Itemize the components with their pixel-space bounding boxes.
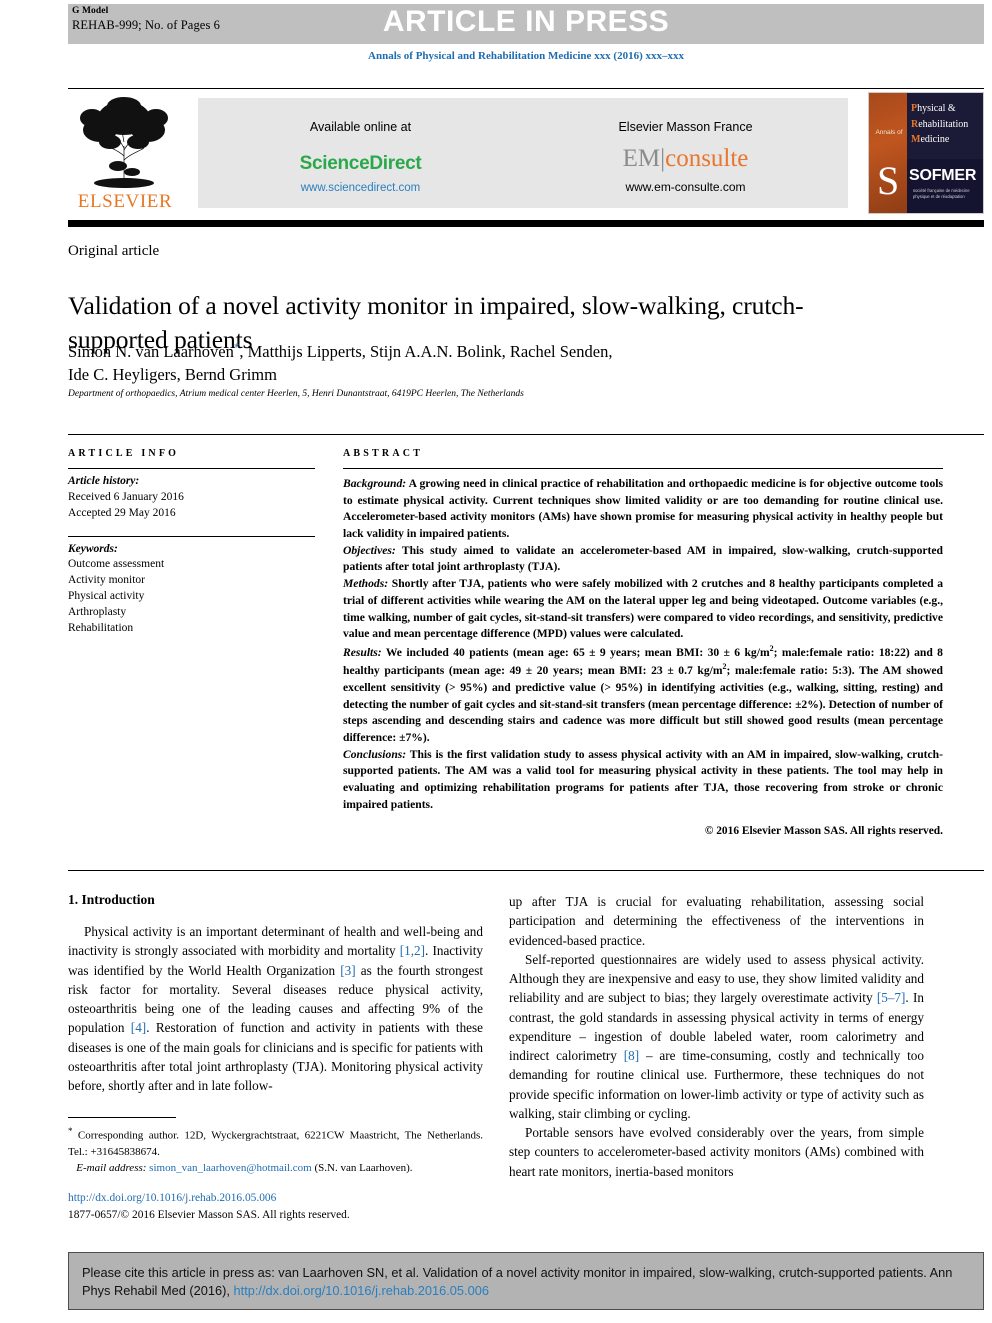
keyword-item: Activity monitor bbox=[68, 574, 145, 587]
keyword-item: Rehabilitation bbox=[68, 621, 134, 634]
sofmer-s-swirl-icon: S bbox=[877, 158, 900, 203]
sofmer-title-rest-1: hysical & bbox=[917, 103, 956, 114]
emconsulte-logo-text: EM|consulte bbox=[523, 146, 848, 171]
sofmer-wordmark: SOFMER bbox=[909, 167, 977, 184]
abstract-background: Background: A growing need in clinical p… bbox=[343, 476, 943, 543]
abstract-section-top-rule bbox=[68, 434, 984, 435]
abstract-heading: ABSTRACT bbox=[343, 448, 424, 459]
issn-copyright: 1877-0657/© 2016 Elsevier Masson SAS. Al… bbox=[68, 1209, 350, 1222]
intro-paragraph-2: up after TJA is crucial for evaluating r… bbox=[509, 894, 924, 948]
authors-rest-line1: , Matthijs Lipperts, Stijn A.A.N. Bolink… bbox=[239, 342, 613, 361]
citation-ref-5-7[interactable]: [5–7] bbox=[877, 990, 906, 1005]
article-accepted-date: Accepted 29 May 2016 bbox=[68, 506, 176, 519]
cite-text-body: Please cite this article in press as: va… bbox=[82, 1265, 953, 1299]
abstract-methods-label: Methods: bbox=[343, 577, 389, 591]
article-type-label: Original article bbox=[68, 243, 160, 259]
abstract-results: Results: We included 40 patients (mean a… bbox=[343, 643, 943, 747]
footnote-corresponding-text: Corresponding author. 12D, Wyckergrachts… bbox=[68, 1130, 483, 1158]
keyword-item: Arthroplasty bbox=[68, 606, 127, 619]
elsevier-wordmark: ELSEVIER bbox=[77, 191, 173, 212]
article-received-date: Received 6 January 2016 bbox=[68, 490, 184, 503]
authors-line2: Ide C. Heyligers, Bernd Grimm bbox=[68, 365, 277, 385]
abstract-conclusions-label: Conclusions: bbox=[343, 747, 407, 761]
keywords-rule bbox=[68, 535, 315, 537]
author-affiliation: Department of orthopaedics, Atrium medic… bbox=[68, 389, 524, 399]
article-info-heading: ARTICLE INFO bbox=[68, 448, 180, 459]
citation-ref-1-2[interactable]: [1,2] bbox=[400, 943, 425, 958]
emconsulte-block: Elsevier Masson France EM|consulte www.e… bbox=[523, 98, 848, 208]
intro-p3-a: Self-reported questionnaires are widely … bbox=[509, 951, 924, 1006]
sciencedirect-logo-text: ScienceDirect bbox=[299, 153, 422, 174]
abstract-results-label: Results: bbox=[343, 645, 382, 659]
abstract-results-text-a: We included 40 patients (mean age: 65 ± … bbox=[381, 645, 770, 659]
sofmer-title-rest-3: edicine bbox=[920, 134, 950, 145]
sofmer-journal-cover: Annals of Physical & Rehabilitation Medi… bbox=[868, 92, 984, 214]
abstract-objectives-label: Objectives: bbox=[343, 543, 396, 557]
article-history-label: Article history: bbox=[68, 475, 140, 487]
masthead-black-rule bbox=[68, 220, 984, 227]
emconsulte-url[interactable]: www.em-consulte.com bbox=[523, 180, 848, 194]
citation-ref-3[interactable]: [3] bbox=[340, 963, 355, 978]
author-first: Simon N. van Laarhoven bbox=[68, 342, 234, 361]
cite-doi-link[interactable]: http://dx.doi.org/10.1016/j.rehab.2016.0… bbox=[234, 1283, 489, 1298]
doi-url[interactable]: http://dx.doi.org/10.1016/j.rehab.2016.0… bbox=[68, 1190, 483, 1207]
keywords-label: Keywords: bbox=[68, 542, 118, 555]
article-info-column: ARTICLE INFO Article history: Received 6… bbox=[68, 448, 315, 637]
body-section-top-rule bbox=[68, 870, 984, 871]
body-column-right: up after TJA is crucial for evaluating r… bbox=[509, 892, 924, 1181]
cite-this-article-text: Please cite this article in press as: va… bbox=[82, 1264, 970, 1300]
article-history-block: Article history: Received 6 January 2016… bbox=[68, 474, 315, 522]
intro-paragraph-4: Portable sensors have evolved considerab… bbox=[509, 1125, 924, 1179]
cite-this-article-box: Please cite this article in press as: va… bbox=[68, 1252, 984, 1310]
journal-citation-line: Annals of Physical and Rehabilitation Me… bbox=[368, 50, 684, 62]
abstract-rule bbox=[343, 468, 943, 469]
elsevier-logo: ELSEVIER bbox=[68, 92, 182, 214]
footnote-email-attrib: (S.N. van Laarhoven). bbox=[311, 1161, 413, 1174]
body-column-left: 1. Introduction Physical activity is an … bbox=[68, 892, 483, 1177]
masthead-top-rule bbox=[68, 88, 984, 89]
sciencedirect-url[interactable]: www.sciencedirect.com bbox=[198, 182, 523, 194]
elsevier-masson-label: Elsevier Masson France bbox=[618, 120, 753, 134]
sofmer-annals-of: Annals of bbox=[875, 129, 903, 136]
keyword-item: Outcome assessment bbox=[68, 558, 165, 571]
abstract-objectives: Objectives: This study aimed to validate… bbox=[343, 543, 943, 576]
article-page: G Model REHAB-999; No. of Pages 6 ARTICL… bbox=[0, 0, 992, 1323]
abstract-methods: Methods: Shortly after TJA, patients who… bbox=[343, 576, 943, 643]
footnote-separator-rule bbox=[68, 1117, 176, 1119]
emconsulte-consulte: consulte bbox=[665, 145, 749, 172]
intro-paragraph-1: Physical activity is an important determ… bbox=[68, 922, 483, 1095]
abstract-objectives-text: This study aimed to validate an accelero… bbox=[343, 543, 943, 574]
elsevier-tree-icon bbox=[80, 97, 168, 188]
abstract-body: Background: A growing need in clinical p… bbox=[343, 476, 943, 840]
abstract-conclusions-text: This is the first validation study to as… bbox=[343, 747, 943, 811]
abstract-background-text: A growing need in clinical practice of r… bbox=[343, 477, 943, 541]
emconsulte-em: EM bbox=[622, 145, 661, 172]
abstract-column: ABSTRACT Background: A growing need in c… bbox=[343, 448, 943, 840]
abstract-background-label: Background: bbox=[343, 477, 407, 490]
keyword-item: Physical activity bbox=[68, 590, 145, 603]
corresponding-author-footnote: * Corresponding author. 12D, Wyckergrach… bbox=[68, 1125, 483, 1176]
section-heading-introduction: 1. Introduction bbox=[68, 892, 155, 907]
sofmer-subtitle: société française de médecine physique e… bbox=[913, 188, 970, 200]
intro-paragraph-3: Self-reported questionnaires are widely … bbox=[509, 950, 924, 1123]
masthead: ELSEVIER Available online at ScienceDire… bbox=[68, 92, 984, 214]
sciencedirect-block: Available online at ScienceDirect www.sc… bbox=[198, 98, 523, 208]
citation-ref-8[interactable]: [8] bbox=[624, 1048, 639, 1063]
doi-footer-block: http://dx.doi.org/10.1016/j.rehab.2016.0… bbox=[68, 1190, 483, 1224]
sofmer-journal-title: Physical & Rehabilitation Medicine bbox=[911, 101, 983, 148]
footnote-email-label: E-mail address: bbox=[76, 1161, 147, 1174]
abstract-conclusions: Conclusions: This is the first validatio… bbox=[343, 747, 943, 814]
keywords-block: Keywords: Outcome assessment Activity mo… bbox=[68, 542, 315, 637]
abstract-methods-text: Shortly after TJA, patients who were saf… bbox=[343, 577, 943, 641]
abstract-copyright: © 2016 Elsevier Masson SAS. All rights r… bbox=[704, 825, 943, 838]
footnote-email-link[interactable]: simon_van_laarhoven@hotmail.com bbox=[149, 1162, 312, 1174]
author-list: Simon N. van Laarhoven*, Matthijs Lipper… bbox=[68, 340, 868, 387]
citation-ref-4[interactable]: [4] bbox=[131, 1020, 146, 1035]
sofmer-title-rest-2: ehabilitation bbox=[918, 118, 969, 130]
article-info-rule bbox=[68, 468, 315, 469]
available-online-label: Available online at bbox=[309, 120, 412, 134]
article-in-press-text: ARTICLE IN PRESS bbox=[382, 5, 670, 38]
